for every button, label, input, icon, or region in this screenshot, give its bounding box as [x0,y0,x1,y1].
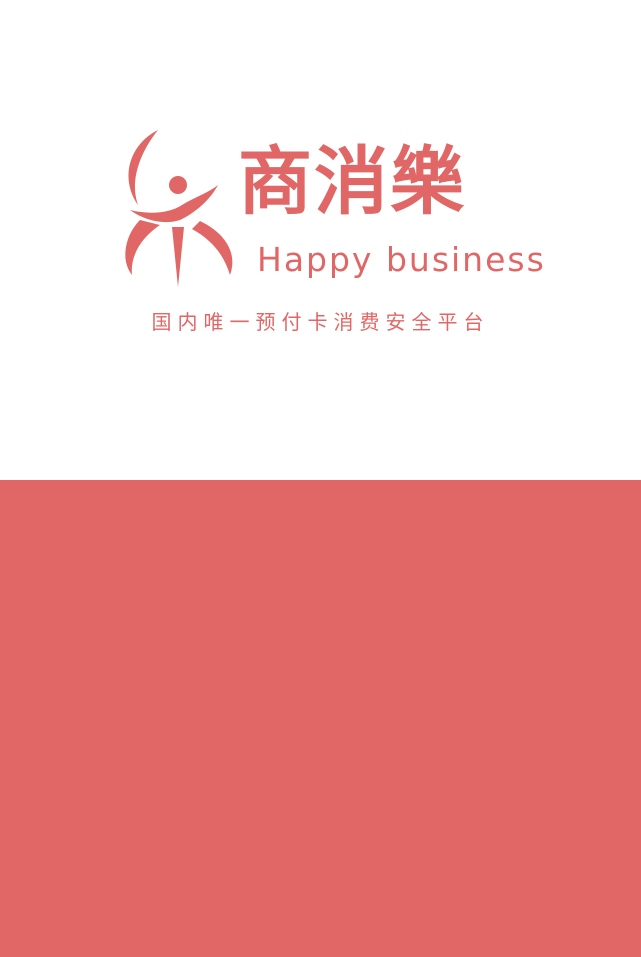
dancing-figure-logo-icon [125,130,233,287]
brand-name-chinese: 商消樂 [238,139,466,225]
brand-color-panel [0,480,641,957]
tagline: 国内唯一预付卡消费安全平台 [151,310,490,334]
splash-header: 商消樂 Happy business 国内唯一预付卡消费安全平台 [0,0,641,480]
brand-name-english: Happy business [257,240,546,279]
brand-logo: 商消樂 Happy business [120,125,544,290]
